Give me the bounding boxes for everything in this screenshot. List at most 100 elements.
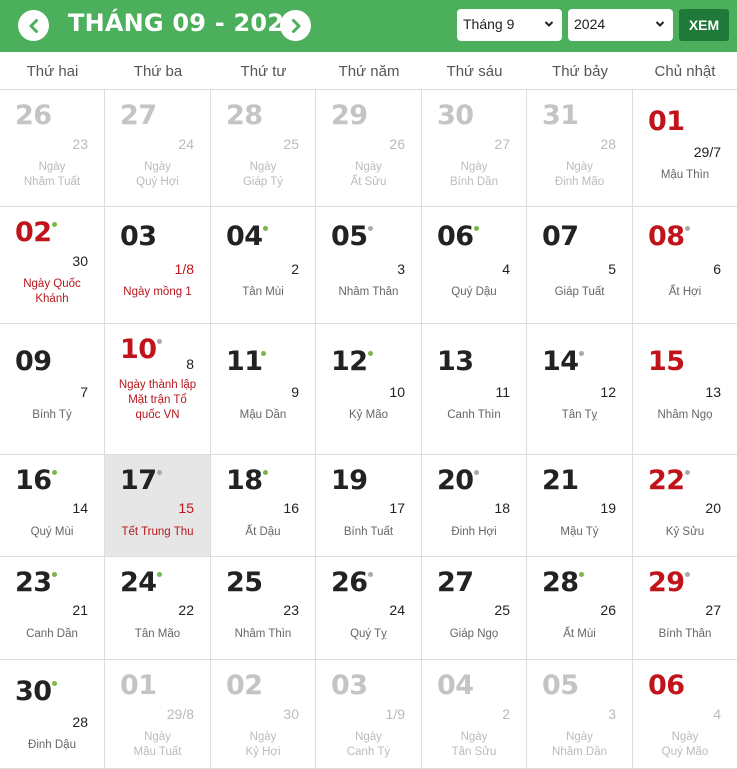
chevron-right-icon bbox=[291, 18, 300, 33]
month-select[interactable]: Tháng 9 bbox=[457, 9, 562, 41]
day-cell[interactable]: 06 4 Quý Dậu bbox=[422, 207, 527, 324]
day-cell[interactable]: 08 6 Ất Hợi bbox=[633, 207, 737, 324]
lunar-date: 23 bbox=[72, 136, 88, 152]
day-cell[interactable]: 02 30 Ngày Quốc Khánh bbox=[0, 207, 105, 324]
lunar-date: 28 bbox=[72, 714, 88, 730]
day-cell[interactable]: 04 2 Ngày Tân Sửu bbox=[422, 660, 527, 769]
day-cell[interactable]: 24 22 Tân Mão bbox=[105, 557, 211, 660]
day-description: Mậu Tý bbox=[560, 526, 599, 538]
day-description: Bính Tý bbox=[32, 409, 72, 421]
lunar-date: 11 bbox=[495, 384, 510, 400]
day-description: Canh Dần bbox=[26, 628, 78, 640]
day-description: Kỷ Sửu bbox=[665, 526, 705, 538]
solar-date: 12 bbox=[331, 346, 368, 377]
neutral-day-dot-icon bbox=[368, 226, 373, 231]
lunar-date: 25 bbox=[494, 602, 510, 618]
day-cell[interactable]: 13 11 Canh Thìn bbox=[422, 324, 527, 455]
day-cell[interactable]: 05 3 Nhâm Thân bbox=[316, 207, 422, 324]
solar-date: 01 bbox=[120, 670, 157, 701]
day-cell[interactable]: 19 17 Bính Tuất bbox=[316, 455, 422, 557]
day-cell[interactable]: 26 24 Quý Tỵ bbox=[316, 557, 422, 660]
day-cell[interactable]: 18 16 Ất Dậu bbox=[211, 455, 316, 557]
day-description: Ngày Kỷ Hợi bbox=[245, 731, 281, 758]
day-cell[interactable]: 04 2 Tân Mùi bbox=[211, 207, 316, 324]
solar-date: 05 bbox=[542, 670, 579, 701]
solar-date: 15 bbox=[648, 346, 685, 377]
day-description: Ngày Bính Dần bbox=[450, 161, 498, 188]
lunar-date: 27 bbox=[705, 602, 721, 618]
day-cell[interactable]: 27 25 Giáp Ngọ bbox=[422, 557, 527, 660]
solar-date: 11 bbox=[226, 346, 263, 377]
day-cell[interactable]: 28 26 Ất Mùi bbox=[527, 557, 633, 660]
year-select[interactable]: 2024 bbox=[568, 9, 673, 41]
day-description: Ngày Đinh Mão bbox=[554, 161, 605, 188]
month-select-value: Tháng 9 bbox=[463, 16, 515, 32]
day-cell[interactable]: 11 9 Mậu Dần bbox=[211, 324, 316, 455]
day-cell[interactable]: 15 13 Nhâm Ngọ bbox=[633, 324, 737, 455]
day-cell[interactable]: 03 1/8 Ngày mồng 1 bbox=[105, 207, 211, 324]
solar-date: 26 bbox=[331, 567, 368, 598]
day-cell[interactable]: 23 21 Canh Dần bbox=[0, 557, 105, 660]
next-month-button[interactable] bbox=[280, 10, 311, 41]
day-cell[interactable]: 01 29/8 Ngày Mậu Tuất bbox=[105, 660, 211, 769]
lunar-date: 6 bbox=[713, 261, 721, 277]
day-description: Giáp Ngọ bbox=[449, 628, 499, 640]
day-cell[interactable]: 30 28 Đinh Dậu bbox=[0, 660, 105, 769]
neutral-day-dot-icon bbox=[685, 226, 690, 231]
neutral-day-dot-icon bbox=[368, 572, 373, 577]
day-cell[interactable]: 06 4 Ngày Quý Mão bbox=[633, 660, 737, 769]
day-cell[interactable]: 31 28 Ngày Đinh Mão bbox=[527, 90, 633, 207]
prev-month-button[interactable] bbox=[18, 10, 49, 41]
day-cell[interactable]: 16 14 Quý Mùi bbox=[0, 455, 105, 557]
lunar-date: 10 bbox=[389, 384, 405, 400]
neutral-day-dot-icon bbox=[157, 470, 162, 475]
lunar-date: 1/8 bbox=[174, 261, 194, 277]
day-cell[interactable]: 02 30 Ngày Kỷ Hợi bbox=[211, 660, 316, 769]
day-cell[interactable]: 22 20 Kỷ Sửu bbox=[633, 455, 737, 557]
solar-date: 14 bbox=[542, 346, 579, 377]
day-description: Quý Dậu bbox=[451, 286, 497, 298]
day-cell[interactable]: 03 1/9 Ngày Canh Tý bbox=[316, 660, 422, 769]
day-cell[interactable]: 26 23 Ngày Nhâm Tuất bbox=[0, 90, 105, 207]
day-cell[interactable]: 01 29/7 Mậu Thìn bbox=[633, 90, 737, 207]
lunar-date: 17 bbox=[389, 500, 405, 516]
day-description: Kỷ Mão bbox=[349, 409, 388, 421]
good-day-dot-icon bbox=[52, 572, 57, 577]
day-cell[interactable]: 30 27 Ngày Bính Dần bbox=[422, 90, 527, 207]
lunar-date: 21 bbox=[72, 602, 88, 618]
good-day-dot-icon bbox=[263, 470, 268, 475]
weekday-label: Thứ hai bbox=[26, 63, 79, 80]
solar-date: 05 bbox=[331, 221, 368, 252]
weekday-label: Chủ nhật bbox=[654, 63, 716, 80]
day-cell[interactable]: 09 7 Bính Tý bbox=[0, 324, 105, 455]
lunar-date: 22 bbox=[178, 602, 194, 618]
lunar-date: 15 bbox=[178, 500, 194, 516]
lunar-date: 30 bbox=[72, 253, 88, 269]
day-description: Bính Tuất bbox=[343, 526, 394, 538]
lunar-date: 23 bbox=[283, 602, 299, 618]
day-cell[interactable]: 29 26 Ngày Ất Sửu bbox=[316, 90, 422, 207]
lunar-date: 18 bbox=[494, 500, 510, 516]
good-day-dot-icon bbox=[263, 226, 268, 231]
day-description: Ngày Giáp Tý bbox=[242, 161, 284, 188]
day-cell[interactable]: 20 18 Đinh Hợi bbox=[422, 455, 527, 557]
day-cell[interactable]: 28 25 Ngày Giáp Tý bbox=[211, 90, 316, 207]
day-cell[interactable]: 29 27 Bính Thân bbox=[633, 557, 737, 660]
day-cell[interactable]: 10 8 Ngày thành lập Mặt trận Tổ quốc VN bbox=[105, 324, 211, 455]
day-cell-today[interactable]: 17 15 Tết Trung Thu bbox=[105, 455, 211, 557]
view-button[interactable]: XEM bbox=[679, 9, 729, 41]
day-cell[interactable]: 07 5 Giáp Tuất bbox=[527, 207, 633, 324]
solar-date: 10 bbox=[120, 334, 157, 365]
lunar-date: 2 bbox=[291, 261, 299, 277]
lunar-date: 13 bbox=[705, 384, 721, 400]
solar-date: 02 bbox=[15, 217, 52, 248]
day-cell[interactable]: 14 12 Tân Tỵ bbox=[527, 324, 633, 455]
solar-date: 03 bbox=[331, 670, 368, 701]
day-cell[interactable]: 12 10 Kỷ Mão bbox=[316, 324, 422, 455]
day-description: Ngày Tân Sửu bbox=[451, 731, 497, 758]
day-cell[interactable]: 25 23 Nhâm Thìn bbox=[211, 557, 316, 660]
solar-date: 29 bbox=[648, 567, 685, 598]
day-cell[interactable]: 21 19 Mậu Tý bbox=[527, 455, 633, 557]
day-cell[interactable]: 05 3 Ngày Nhâm Dần bbox=[527, 660, 633, 769]
day-cell[interactable]: 27 24 Ngày Quý Hợi bbox=[105, 90, 211, 207]
